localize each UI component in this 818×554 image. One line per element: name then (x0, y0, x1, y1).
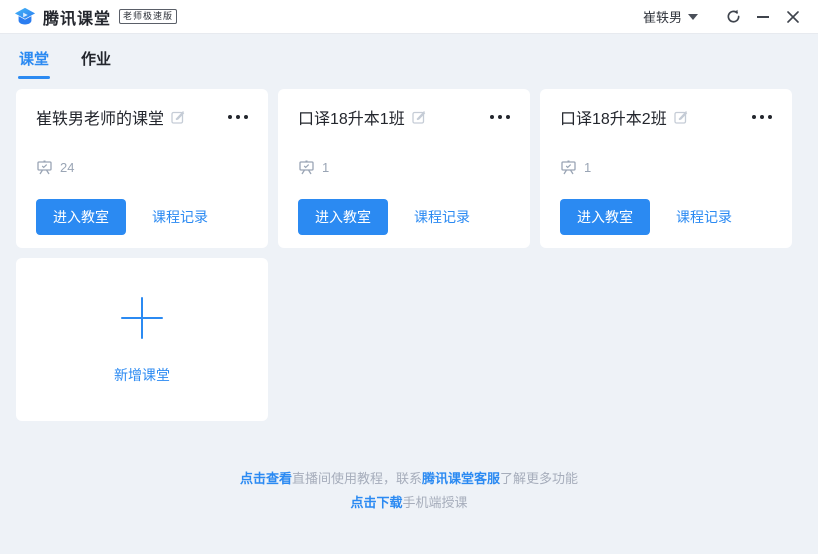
titlebar: 腾讯课堂 老师极速版 崔轶男 (0, 0, 818, 34)
classroom-title: 口译18升本2班 (560, 105, 667, 129)
lesson-count-row: 1 (560, 159, 772, 175)
close-button[interactable] (778, 4, 808, 30)
edition-badge: 老师极速版 (119, 9, 177, 24)
add-classroom-card[interactable]: 新增课堂 (16, 258, 268, 421)
plus-icon (119, 295, 165, 341)
user-menu[interactable]: 崔轶男 (643, 7, 698, 26)
lesson-board-icon (560, 159, 577, 175)
enter-classroom-button[interactable]: 进入教室 (298, 199, 388, 235)
footer-tips: 点击查看直播间使用教程，联系腾讯课堂客服了解更多功能 点击下载手机端授课 (0, 467, 818, 515)
lesson-count: 1 (584, 160, 591, 175)
edit-icon[interactable] (412, 110, 426, 124)
active-tab-indicator (18, 76, 50, 79)
add-classroom-label: 新增课堂 (114, 365, 170, 385)
enter-classroom-button[interactable]: 进入教室 (36, 199, 126, 235)
course-records-link[interactable]: 课程记录 (152, 207, 208, 227)
lesson-count-row: 24 (36, 159, 248, 175)
enter-classroom-button[interactable]: 进入教室 (560, 199, 650, 235)
footer-line-2: 点击下载手机端授课 (0, 491, 818, 515)
more-options-icon[interactable] (744, 111, 772, 123)
classroom-title: 口译18升本1班 (298, 105, 405, 129)
tab-classroom[interactable]: 课堂 (18, 48, 50, 79)
close-icon (787, 11, 799, 23)
edit-icon[interactable] (674, 110, 688, 124)
customer-service-link[interactable]: 腾讯课堂客服 (422, 471, 500, 486)
refresh-icon (726, 9, 741, 24)
lesson-count-row: 1 (298, 159, 510, 175)
edit-icon[interactable] (171, 110, 185, 124)
refresh-button[interactable] (718, 4, 748, 30)
lesson-count: 24 (60, 160, 74, 175)
tab-homework[interactable]: 作业 (80, 48, 112, 79)
tab-homework-label: 作业 (80, 48, 112, 69)
more-options-icon[interactable] (220, 111, 248, 123)
minimize-button[interactable] (748, 4, 778, 30)
footer-line-1: 点击查看直播间使用教程，联系腾讯课堂客服了解更多功能 (0, 467, 818, 491)
more-options-icon[interactable] (482, 111, 510, 123)
download-app-link[interactable]: 点击下载 (350, 495, 402, 510)
user-name: 崔轶男 (643, 7, 682, 26)
lesson-board-icon (36, 159, 53, 175)
classroom-card-grid: 崔轶男老师的课堂 24 进入教室 课程记录 口译18升本1班 (16, 89, 802, 421)
lesson-count: 1 (322, 160, 329, 175)
tencent-classroom-logo-icon (14, 6, 36, 28)
main-tabs: 课堂 作业 (0, 34, 818, 79)
lesson-board-icon (298, 159, 315, 175)
classroom-title: 崔轶男老师的课堂 (36, 105, 164, 129)
classroom-card: 崔轶男老师的课堂 24 进入教室 课程记录 (16, 89, 268, 248)
app-title: 腾讯课堂 (43, 5, 111, 29)
minimize-icon (757, 16, 769, 18)
classroom-card: 口译18升本1班 1 进入教室 课程记录 (278, 89, 530, 248)
course-records-link[interactable]: 课程记录 (414, 207, 470, 227)
course-records-link[interactable]: 课程记录 (676, 207, 732, 227)
classroom-card: 口译18升本2班 1 进入教室 课程记录 (540, 89, 792, 248)
tab-classroom-label: 课堂 (18, 48, 50, 69)
chevron-down-icon (688, 14, 698, 20)
view-tutorial-link[interactable]: 点击查看 (240, 471, 292, 486)
